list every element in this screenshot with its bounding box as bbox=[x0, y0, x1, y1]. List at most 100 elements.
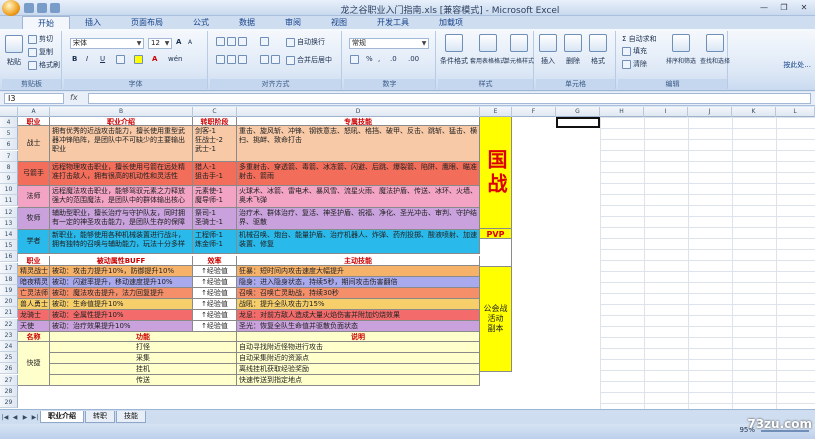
cell-styles-button[interactable]: 单元格样式 bbox=[504, 34, 534, 65]
increase-decimal-button[interactable]: .0 bbox=[390, 55, 397, 63]
table-row-name[interactable]: 牧师 bbox=[18, 208, 50, 230]
currency-button[interactable] bbox=[350, 55, 359, 64]
table-header[interactable]: 被动属性BUFF bbox=[50, 256, 193, 266]
column-header[interactable]: C bbox=[193, 107, 237, 117]
table-row-name[interactable]: 战士 bbox=[18, 126, 50, 162]
table-row-stages[interactable]: 工程师-1 炼金师-1 bbox=[193, 230, 237, 254]
number-format-select[interactable]: 常规 ▼ bbox=[349, 38, 429, 49]
row-header[interactable]: 21 bbox=[0, 307, 18, 319]
bold-button[interactable]: B bbox=[72, 55, 77, 63]
name-box[interactable]: I3 bbox=[4, 93, 64, 104]
tab-page-layout[interactable]: 页面布局 bbox=[116, 16, 178, 29]
buff-row-rate[interactable]: ↑经验值 bbox=[193, 266, 237, 277]
buff-row-passive[interactable]: 被动：攻击力提升10%，防御提升10% bbox=[50, 266, 193, 277]
prev-sheet-icon[interactable]: ◀ bbox=[10, 414, 20, 421]
column-header[interactable]: K bbox=[732, 107, 776, 117]
row-header[interactable]: 20 bbox=[0, 296, 18, 308]
table-header[interactable]: 专属技能 bbox=[237, 117, 480, 126]
formula-input[interactable] bbox=[88, 93, 811, 104]
table-header[interactable]: 职业 bbox=[18, 117, 50, 126]
misc-row-desc[interactable]: 离线挂机获取经验奖励 bbox=[237, 364, 480, 375]
office-button[interactable] bbox=[2, 0, 20, 16]
activity-label[interactable]: 公会战 活动 副本 bbox=[480, 267, 512, 372]
buff-row-active[interactable]: 龙息：对前方敌人造成大量火焰伤害并附加灼烧效果 bbox=[237, 310, 480, 321]
align-top-button[interactable] bbox=[216, 37, 247, 46]
buff-row-rate[interactable]: ↑经验值 bbox=[193, 299, 237, 310]
column-header[interactable]: L bbox=[776, 107, 815, 117]
table-row-intro[interactable]: 拥有优秀的近战攻击能力，擅长使用重型武器冲锋陷阵，是团队中不可缺少的主要输出职业 bbox=[50, 126, 193, 162]
buff-row-active[interactable]: 狂暴：短时间内攻击速度大幅提升 bbox=[237, 266, 480, 277]
misc-row-desc[interactable]: 自动寻找附近怪物进行攻击 bbox=[237, 342, 480, 353]
buff-row-passive[interactable]: 被动：闪避率提升，移动速度提升10% bbox=[50, 277, 193, 288]
column-header[interactable]: I bbox=[644, 107, 688, 117]
row-header[interactable]: 26 bbox=[0, 363, 18, 375]
tab-insert[interactable]: 插入 bbox=[70, 16, 116, 29]
font-size-select[interactable]: 12 ▼ bbox=[148, 38, 172, 49]
misc-row-function[interactable]: 挂机 bbox=[50, 364, 237, 375]
row-header[interactable]: 11 bbox=[0, 195, 18, 207]
buff-row-name[interactable]: 龙骑士 bbox=[18, 310, 50, 321]
row-header[interactable]: 29 bbox=[0, 397, 18, 408]
sheet-tab[interactable]: 转职 bbox=[85, 411, 115, 423]
row-header[interactable]: 4 bbox=[0, 117, 18, 128]
autosum-button[interactable]: Σ 自动求和 bbox=[622, 34, 657, 44]
buff-row-passive[interactable]: 被动：治疗效果提升10% bbox=[50, 321, 193, 332]
table-header[interactable]: 名称 bbox=[18, 332, 50, 342]
table-row-name[interactable]: 弓箭手 bbox=[18, 162, 50, 186]
help-area[interactable]: 按此处... bbox=[783, 60, 811, 70]
table-row-intro[interactable]: 远程物理攻击职业，擅长使用弓箭在远处精准打击敌人，拥有很高的机动性和灵活性 bbox=[50, 162, 193, 186]
undo-icon[interactable] bbox=[37, 3, 47, 13]
column-header[interactable]: H bbox=[600, 107, 644, 117]
buff-row-rate[interactable]: ↑经验值 bbox=[193, 277, 237, 288]
table-row-stages[interactable]: 剑客-1 狂战士-2 武士-1 bbox=[193, 126, 237, 162]
last-sheet-icon[interactable]: ▶| bbox=[30, 414, 40, 421]
row-header[interactable]: 25 bbox=[0, 352, 18, 364]
decrease-decimal-button[interactable]: .00 bbox=[408, 55, 419, 63]
misc-row-function[interactable]: 打怪 bbox=[50, 342, 237, 353]
row-header[interactable]: 22 bbox=[0, 318, 18, 330]
wrap-text-button[interactable]: 自动换行 bbox=[286, 37, 325, 47]
indent-button[interactable] bbox=[260, 55, 280, 64]
sheet-tab[interactable]: 职业介绍 bbox=[40, 411, 84, 423]
tab-review[interactable]: 审阅 bbox=[270, 16, 316, 29]
insert-cells-button[interactable]: 插入 bbox=[539, 34, 557, 66]
buff-row-rate[interactable]: ↑经验值 bbox=[193, 321, 237, 332]
table-header[interactable]: 说明 bbox=[237, 332, 480, 342]
phonetic-button[interactable]: wén bbox=[168, 55, 182, 63]
table-row-skills[interactable]: 多重射击、穿透箭、毒箭、冰冻箭、闪避、后跳、爆裂箭、陷阱、鹰眼、瞄准射击、箭雨 bbox=[237, 162, 480, 186]
shrink-font-button[interactable]: A bbox=[188, 39, 192, 46]
buff-row-passive[interactable]: 被动：魔法攻击提升，法力回复提升 bbox=[50, 288, 193, 299]
delete-cells-button[interactable]: 删除 bbox=[564, 34, 582, 66]
comma-button[interactable]: , bbox=[378, 55, 380, 63]
column-header[interactable]: B bbox=[50, 107, 193, 117]
clear-button[interactable]: 清除 bbox=[622, 59, 647, 69]
column-header[interactable]: D bbox=[237, 107, 480, 117]
row-header[interactable]: 7 bbox=[0, 150, 18, 162]
tab-addins[interactable]: 加载项 bbox=[424, 16, 478, 29]
misc-row-desc[interactable]: 自动采集附近的资源点 bbox=[237, 353, 480, 364]
tab-view[interactable]: 视图 bbox=[316, 16, 362, 29]
buff-row-name[interactable]: 亡灵法师 bbox=[18, 288, 50, 299]
misc-row-function[interactable]: 采集 bbox=[50, 353, 237, 364]
row-header[interactable]: 14 bbox=[0, 229, 18, 240]
minimize-button[interactable]: — bbox=[755, 1, 773, 13]
border-button[interactable] bbox=[116, 55, 125, 64]
row-header[interactable]: 28 bbox=[0, 385, 18, 397]
restore-button[interactable]: ❐ bbox=[775, 1, 793, 13]
tab-formulas[interactable]: 公式 bbox=[178, 16, 224, 29]
buff-row-active[interactable]: 圣光：恢复全队生命值并驱散负面状态 bbox=[237, 321, 480, 332]
buff-row-name[interactable]: 暗夜精灵 bbox=[18, 277, 50, 288]
sheet-tab[interactable]: 技能 bbox=[116, 411, 146, 423]
pvp-guozhan-label[interactable]: 国战 bbox=[480, 117, 512, 229]
misc-row-desc[interactable]: 快速传送到指定地点 bbox=[237, 375, 480, 386]
row-header[interactable]: 23 bbox=[0, 329, 18, 341]
font-color-button[interactable]: A bbox=[152, 55, 157, 63]
close-button[interactable]: ✕ bbox=[795, 1, 813, 13]
row-header[interactable]: 5 bbox=[0, 128, 18, 140]
row-header[interactable]: 19 bbox=[0, 285, 18, 296]
tab-data[interactable]: 数据 bbox=[224, 16, 270, 29]
row-header[interactable]: 12 bbox=[0, 206, 18, 218]
table-header[interactable]: 转职阶段 bbox=[193, 117, 237, 126]
row-header[interactable]: 18 bbox=[0, 273, 18, 285]
font-name-select[interactable]: 宋体 ▼ bbox=[70, 38, 144, 49]
